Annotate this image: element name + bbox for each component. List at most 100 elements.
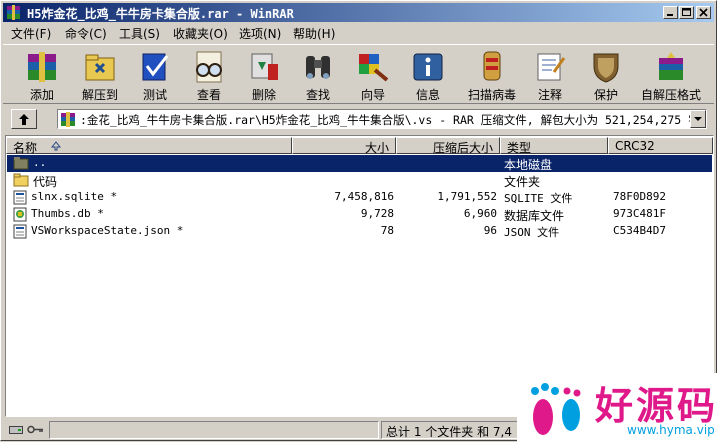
comment-button[interactable]: 注释 xyxy=(525,47,575,103)
up-one-level-button[interactable] xyxy=(11,109,37,129)
menu-favorites[interactable]: 收藏夹(O) xyxy=(173,25,228,42)
column-header-type[interactable]: 类型 xyxy=(500,137,608,155)
file-size: 7,458,816 xyxy=(334,190,394,203)
winrar-app-icon[interactable] xyxy=(6,5,21,20)
file-row-slnx[interactable]: slnx.sqlite * 7,458,816 1,791,552 SQLITE… xyxy=(7,189,712,206)
maximize-icon xyxy=(682,8,691,16)
sfx-button[interactable]: 自解压格式 xyxy=(641,47,701,103)
file-crc: 78F0D892 xyxy=(613,190,666,203)
info-button[interactable]: 信息 xyxy=(403,47,453,103)
key-icon[interactable] xyxy=(27,424,45,435)
path-dropdown-button[interactable] xyxy=(690,110,706,128)
column-size-label: 大小 xyxy=(364,141,389,155)
sfx-label: 自解压格式 xyxy=(641,88,702,102)
file-name: .. xyxy=(33,156,47,169)
maximize-button[interactable] xyxy=(679,6,694,19)
extract-to-label: 解压到 xyxy=(81,88,118,102)
minimize-icon xyxy=(667,14,673,16)
protect-button[interactable]: 保护 xyxy=(581,47,631,103)
file-row-thumbs[interactable]: Thumbs.db * 9,728 6,960 数据库文件 973C481F xyxy=(7,206,712,223)
file-size: 9,728 xyxy=(360,207,394,220)
sfx-archive-icon xyxy=(659,52,683,80)
file-crc: 973C481F xyxy=(613,207,666,220)
file-row-folder[interactable]: 代码 文件夹 xyxy=(7,172,712,189)
file-icon xyxy=(13,190,27,205)
virus-scan-icon xyxy=(483,51,501,81)
delete-button[interactable]: 删除 xyxy=(239,47,289,103)
menu-help[interactable]: 帮助(H) xyxy=(293,25,335,42)
sort-up-arrow-icon xyxy=(51,141,61,151)
up-arrow-icon xyxy=(19,114,29,125)
test-button[interactable]: 测试 xyxy=(130,47,180,103)
comment-icon xyxy=(537,53,566,81)
binoculars-find-icon xyxy=(306,56,330,79)
menu-options[interactable]: 选项(N) xyxy=(239,25,281,42)
thumbs-file-icon xyxy=(13,207,27,222)
path-combobox[interactable]: :金花_比鸡_牛牛房卡集合版.rar\H5炸金花_比鸡_牛牛集合版\.vs - … xyxy=(57,109,707,129)
watermark-url: www.hyma.vip xyxy=(627,423,715,437)
column-header-crc[interactable]: CRC32 xyxy=(608,137,713,154)
books-add-icon xyxy=(28,52,56,82)
file-packed: 96 xyxy=(483,224,497,237)
column-packed-label: 压缩后大小 xyxy=(432,141,493,155)
test-checkmark-icon xyxy=(142,53,169,81)
minimize-button[interactable] xyxy=(663,6,678,19)
info-label: 信息 xyxy=(415,88,440,102)
menu-commands[interactable]: 命令(C) xyxy=(65,25,107,42)
file-icon xyxy=(13,224,27,239)
file-type: SQLITE 文件 xyxy=(504,192,573,205)
find-button[interactable]: 查找 xyxy=(293,47,343,103)
file-row-parent[interactable]: .. 本地磁盘 xyxy=(7,155,712,172)
column-header-size[interactable]: 大小 xyxy=(292,137,396,155)
view-label: 查看 xyxy=(196,88,221,102)
glasses-view-icon xyxy=(196,51,222,83)
footprint-logo-icon xyxy=(531,383,581,435)
wizard-button[interactable]: 向导 xyxy=(348,47,398,103)
wizard-label: 向导 xyxy=(360,88,385,102)
file-name: 代码 xyxy=(33,175,58,189)
delete-label: 删除 xyxy=(251,88,276,102)
find-label: 查找 xyxy=(305,88,330,102)
recycle-delete-icon xyxy=(251,53,278,80)
file-type: JSON 文件 xyxy=(504,226,560,239)
protect-label: 保护 xyxy=(593,88,618,102)
file-type: 数据库文件 xyxy=(504,209,565,223)
status-summary: 总计 1 个文件夹 和 7,4 xyxy=(386,425,512,439)
file-row-vsworkspace[interactable]: VSWorkspaceState.json * 78 96 JSON 文件 C5… xyxy=(7,223,712,240)
column-header-name[interactable]: 名称 xyxy=(6,137,292,155)
drive-icon[interactable] xyxy=(9,424,23,435)
add-button[interactable]: 添加 xyxy=(17,47,67,103)
file-type: 文件夹 xyxy=(504,175,541,189)
menu-tools[interactable]: 工具(S) xyxy=(119,25,160,42)
folder-icon xyxy=(13,173,29,187)
path-text: :金花_比鸡_牛牛房卡集合版.rar\H5炸金花_比鸡_牛牛集合版\.vs - … xyxy=(80,113,707,127)
column-header-packed[interactable]: 压缩后大小 xyxy=(396,137,500,155)
title-bar[interactable]: H5炸金花_比鸡_牛牛房卡集合版.rar - WinRAR xyxy=(3,3,714,22)
view-button[interactable]: 查看 xyxy=(184,47,234,103)
window-title: H5炸金花_比鸡_牛牛房卡集合版.rar - WinRAR xyxy=(27,7,294,21)
virus-scan-button[interactable]: 扫描病毒 xyxy=(467,47,517,103)
watermark: 好源码 www.hyma.vip xyxy=(517,373,717,442)
close-button[interactable] xyxy=(696,6,711,19)
menu-file[interactable]: 文件(F) xyxy=(11,25,51,42)
file-type: 本地磁盘 xyxy=(504,158,553,172)
file-name: slnx.sqlite * xyxy=(31,190,118,203)
file-packed: 1,791,552 xyxy=(437,190,497,203)
wizard-icon xyxy=(359,54,389,82)
test-label: 测试 xyxy=(142,88,167,102)
extract-to-button[interactable]: 解压到 xyxy=(75,47,125,103)
file-crc: C534B4D7 xyxy=(613,224,666,237)
close-icon xyxy=(699,8,708,17)
file-packed: 6,960 xyxy=(463,207,497,220)
status-left-panel xyxy=(49,421,379,439)
extract-folder-icon xyxy=(85,54,115,81)
add-label: 添加 xyxy=(29,88,54,102)
file-name: VSWorkspaceState.json * xyxy=(31,224,184,237)
address-bar: :金花_比鸡_牛牛房卡集合版.rar\H5炸金花_比鸡_牛牛集合版\.vs - … xyxy=(3,106,714,132)
rar-archive-icon xyxy=(61,112,75,127)
column-crc-label: CRC32 xyxy=(615,139,655,153)
parent-folder-icon xyxy=(13,157,29,170)
winrar-window: H5炸金花_比鸡_牛牛房卡集合版.rar - WinRAR 文件(F) 命令(C… xyxy=(0,0,717,442)
virus-scan-label: 扫描病毒 xyxy=(467,88,516,102)
menu-bar: 文件(F) 命令(C) 工具(S) 收藏夹(O) 选项(N) 帮助(H) xyxy=(3,23,714,42)
